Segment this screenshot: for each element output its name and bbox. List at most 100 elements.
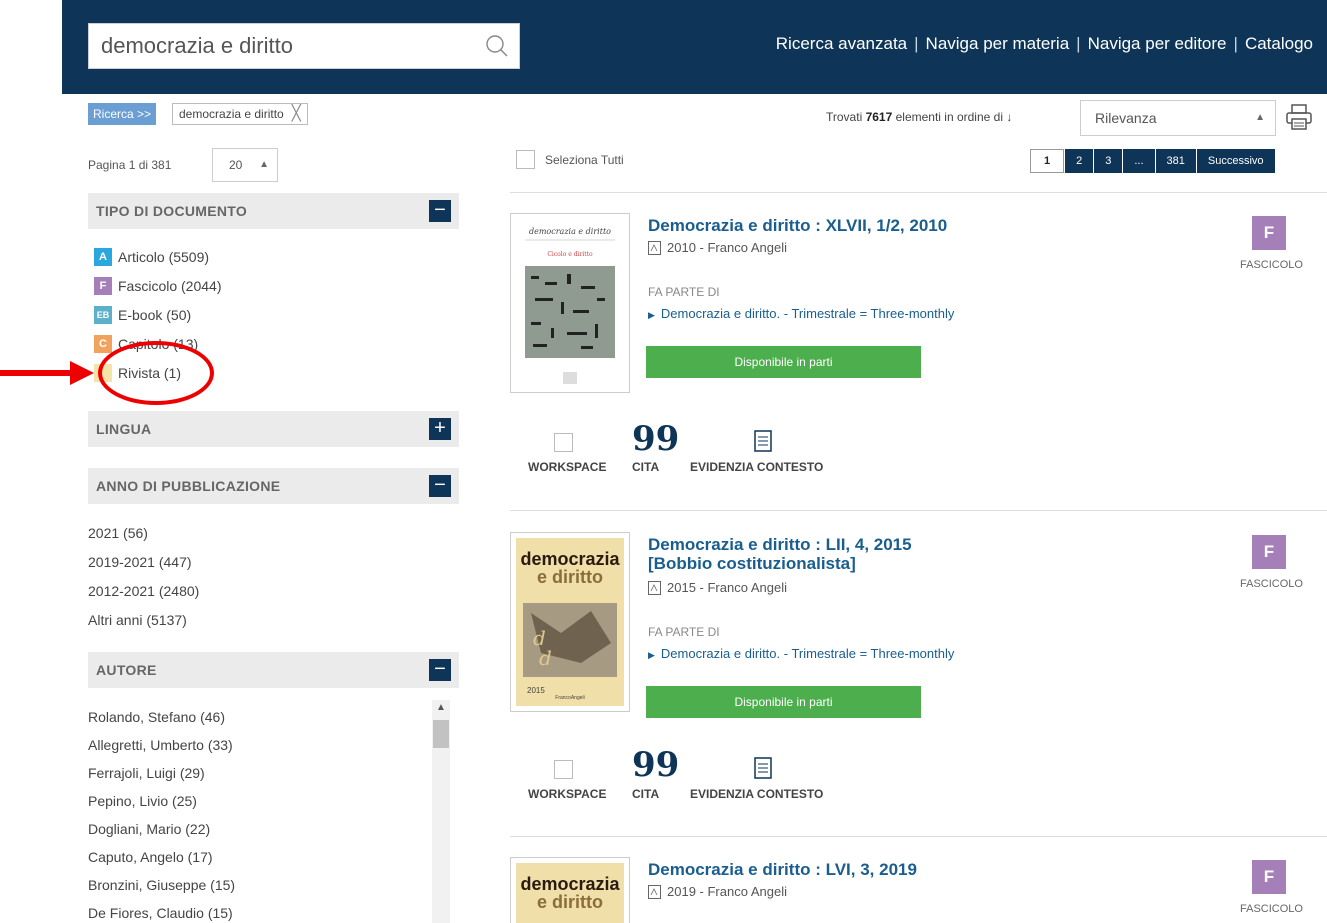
annotation-circle xyxy=(98,341,214,405)
sort-value: Rilevanza xyxy=(1095,110,1157,126)
top-navigation: Ricerca avanzata | Naviga per materia | Navi… xyxy=(775,34,1313,53)
cover-title: democrazia xyxy=(520,549,620,569)
part-of-label: FA PARTE DI xyxy=(648,625,720,639)
fascicolo-type-icon: F xyxy=(1252,216,1286,250)
facet-item-year[interactable]: Altri anni (5137) xyxy=(88,606,199,635)
workspace-label[interactable]: WORKSPACE xyxy=(528,787,606,801)
search-input[interactable] xyxy=(89,24,479,68)
facet-item-label: Fascicolo (2044) xyxy=(118,277,222,294)
facet-title: LINGUA xyxy=(96,421,152,437)
breadcrumb-search-chip[interactable]: Ricerca >> xyxy=(88,103,157,125)
type-label: FASCICOLO xyxy=(1240,259,1303,271)
page-1-button[interactable]: 1 xyxy=(1030,149,1065,173)
cover-subtitle: Cicolo e diritto xyxy=(547,251,593,258)
facet-header-year[interactable]: ANNO DI PUBBLICAZIONE − xyxy=(88,468,459,504)
facet-item-year[interactable]: 2012-2021 (2480) xyxy=(88,577,199,606)
result-title-link[interactable]: Democrazia e diritto : LII, 4, 2015 [Bobb… xyxy=(648,535,912,573)
facet-item-author[interactable]: Pepino, Livio (25) xyxy=(88,787,235,815)
workspace-label[interactable]: WORKSPACE xyxy=(528,460,606,474)
facet-item-author[interactable]: Allegretti, Umberto (33) xyxy=(88,731,235,759)
author-list: Rolando, Stefano (46) Allegretti, Umbert… xyxy=(88,703,235,923)
facet-item-year[interactable]: 2021 (56) xyxy=(88,519,199,548)
scrollbar-thumb[interactable] xyxy=(433,720,449,748)
facet-header-document-type[interactable]: TIPO DI DOCUMENTO − xyxy=(88,193,459,229)
facet-item-author[interactable]: Dogliani, Mario (22) xyxy=(88,815,235,843)
collapse-icon[interactable]: − xyxy=(429,659,451,681)
parent-journal-link[interactable]: ▶ Democrazia e diritto. - Trimestrale = T… xyxy=(648,306,954,321)
result-year-publisher: 2019 - Franco Angeli xyxy=(667,884,787,899)
facet-item-author[interactable]: Bronzini, Giuseppe (15) xyxy=(88,871,235,899)
cite-label[interactable]: CITA xyxy=(632,460,659,474)
next-page-button[interactable]: Successivo xyxy=(1196,149,1275,173)
expand-icon[interactable]: + xyxy=(429,418,451,440)
fascicolo-type-icon: F xyxy=(1252,535,1286,569)
result-meta: 2019 - Franco Angeli xyxy=(648,884,787,899)
facet-item-fascicolo[interactable]: F Fascicolo (2044) xyxy=(94,271,222,300)
fascicolo-badge-icon: F xyxy=(94,276,112,295)
collapse-icon[interactable]: − xyxy=(429,475,451,497)
cover-3-art: democrazia e diritto xyxy=(511,858,629,923)
cover-subtitle: e diritto xyxy=(537,892,603,912)
page-381-button[interactable]: 381 xyxy=(1155,149,1196,173)
search-box xyxy=(88,23,520,69)
nav-publisher-link[interactable]: Naviga per editore xyxy=(1088,34,1227,53)
per-page-select[interactable]: 20 ▲ xyxy=(212,148,278,182)
workspace-checkbox[interactable] xyxy=(554,760,573,779)
facet-item-ebook[interactable]: EB E-book (50) xyxy=(94,300,222,329)
collapse-icon[interactable]: − xyxy=(429,200,451,222)
select-all-checkbox[interactable] xyxy=(516,150,535,169)
facet-item-author[interactable]: Rolando, Stefano (46) xyxy=(88,703,235,731)
highlight-context-icon[interactable] xyxy=(754,757,772,779)
sort-select[interactable]: Rilevanza ▲ xyxy=(1080,100,1276,136)
cite-quote-icon[interactable]: 99 xyxy=(632,748,679,782)
divider xyxy=(510,836,1327,837)
articolo-badge-icon: A xyxy=(94,247,112,266)
result-title-line[interactable]: [Bobbio costituzionalista] xyxy=(648,554,912,573)
search-icon[interactable] xyxy=(485,34,509,58)
highlight-context-icon[interactable] xyxy=(754,430,772,452)
highlight-context-label[interactable]: EVIDENZIA CONTESTO xyxy=(690,787,823,801)
workspace-checkbox[interactable] xyxy=(554,433,573,452)
ebook-badge-icon: EB xyxy=(94,305,112,324)
parent-journal-label: Democrazia e diritto. - Trimestrale = Th… xyxy=(660,306,955,321)
result-cover-image[interactable]: democrazia e diritto xyxy=(510,857,630,923)
facet-header-language[interactable]: LINGUA + xyxy=(88,411,459,447)
available-in-parts-button[interactable]: Disponibile in parti xyxy=(646,346,921,378)
available-in-parts-button[interactable]: Disponibile in parti xyxy=(646,686,921,718)
result-cover-image[interactable]: democrazia e diritto Cicolo e diritto xyxy=(510,213,630,393)
query-chip: democrazia e diritto ╳ xyxy=(172,103,308,125)
facet-item-articolo[interactable]: A Articolo (5509) xyxy=(94,242,222,271)
facet-header-author[interactable]: AUTORE − xyxy=(88,652,459,688)
page-2-button[interactable]: 2 xyxy=(1065,149,1094,173)
pagination: 1 2 3 ... 381 Successivo xyxy=(1030,149,1275,173)
type-label: FASCICOLO xyxy=(1240,578,1303,590)
facet-item-year[interactable]: 2019-2021 (447) xyxy=(88,548,199,577)
facet-item-author[interactable]: Caputo, Angelo (17) xyxy=(88,843,235,871)
nav-subject-link[interactable]: Naviga per materia xyxy=(926,34,1070,53)
facet-item-author[interactable]: Ferrajoli, Luigi (29) xyxy=(88,759,235,787)
parent-journal-link[interactable]: ▶ Democrazia e diritto. - Trimestrale = T… xyxy=(648,646,954,661)
facet-item-author[interactable]: De Fiores, Claudio (15) xyxy=(88,899,235,923)
nav-catalog-link[interactable]: Catalogo xyxy=(1245,34,1313,53)
nav-advanced-search-link[interactable]: Ricerca avanzata xyxy=(776,34,907,53)
result-title-link[interactable]: Democrazia e diritto : LVI, 3, 2019 xyxy=(648,860,917,879)
result-year-publisher: 2015 - Franco Angeli xyxy=(667,580,787,595)
annotation-arrow-head xyxy=(70,361,94,385)
cover-subtitle: e diritto xyxy=(537,567,603,587)
cite-label[interactable]: CITA xyxy=(632,787,659,801)
result-cover-image[interactable]: democrazia e diritto d d 2015 FrancoAnge… xyxy=(510,532,630,712)
result-title-link[interactable]: Democrazia e diritto : XLVII, 1/2, 2010 xyxy=(648,216,947,235)
cite-quote-icon[interactable]: 99 xyxy=(632,422,679,456)
result-title-line[interactable]: Democrazia e diritto : LII, 4, 2015 xyxy=(648,535,912,554)
facet-title: AUTORE xyxy=(96,662,157,678)
facet-title: ANNO DI PUBBLICAZIONE xyxy=(96,478,281,494)
found-suffix: elementi in ordine di ↓ xyxy=(892,110,1013,124)
remove-query-icon[interactable]: ╳ xyxy=(292,105,301,122)
scroll-up-icon[interactable]: ▲ xyxy=(433,700,449,716)
year-list: 2021 (56) 2019-2021 (447) 2012-2021 (248… xyxy=(88,519,199,635)
select-all-label: Seleziona Tutti xyxy=(545,153,624,167)
page-3-button[interactable]: 3 xyxy=(1094,149,1123,173)
divider xyxy=(510,510,1327,511)
highlight-context-label[interactable]: EVIDENZIA CONTESTO xyxy=(690,460,823,474)
print-icon[interactable] xyxy=(1285,104,1313,130)
